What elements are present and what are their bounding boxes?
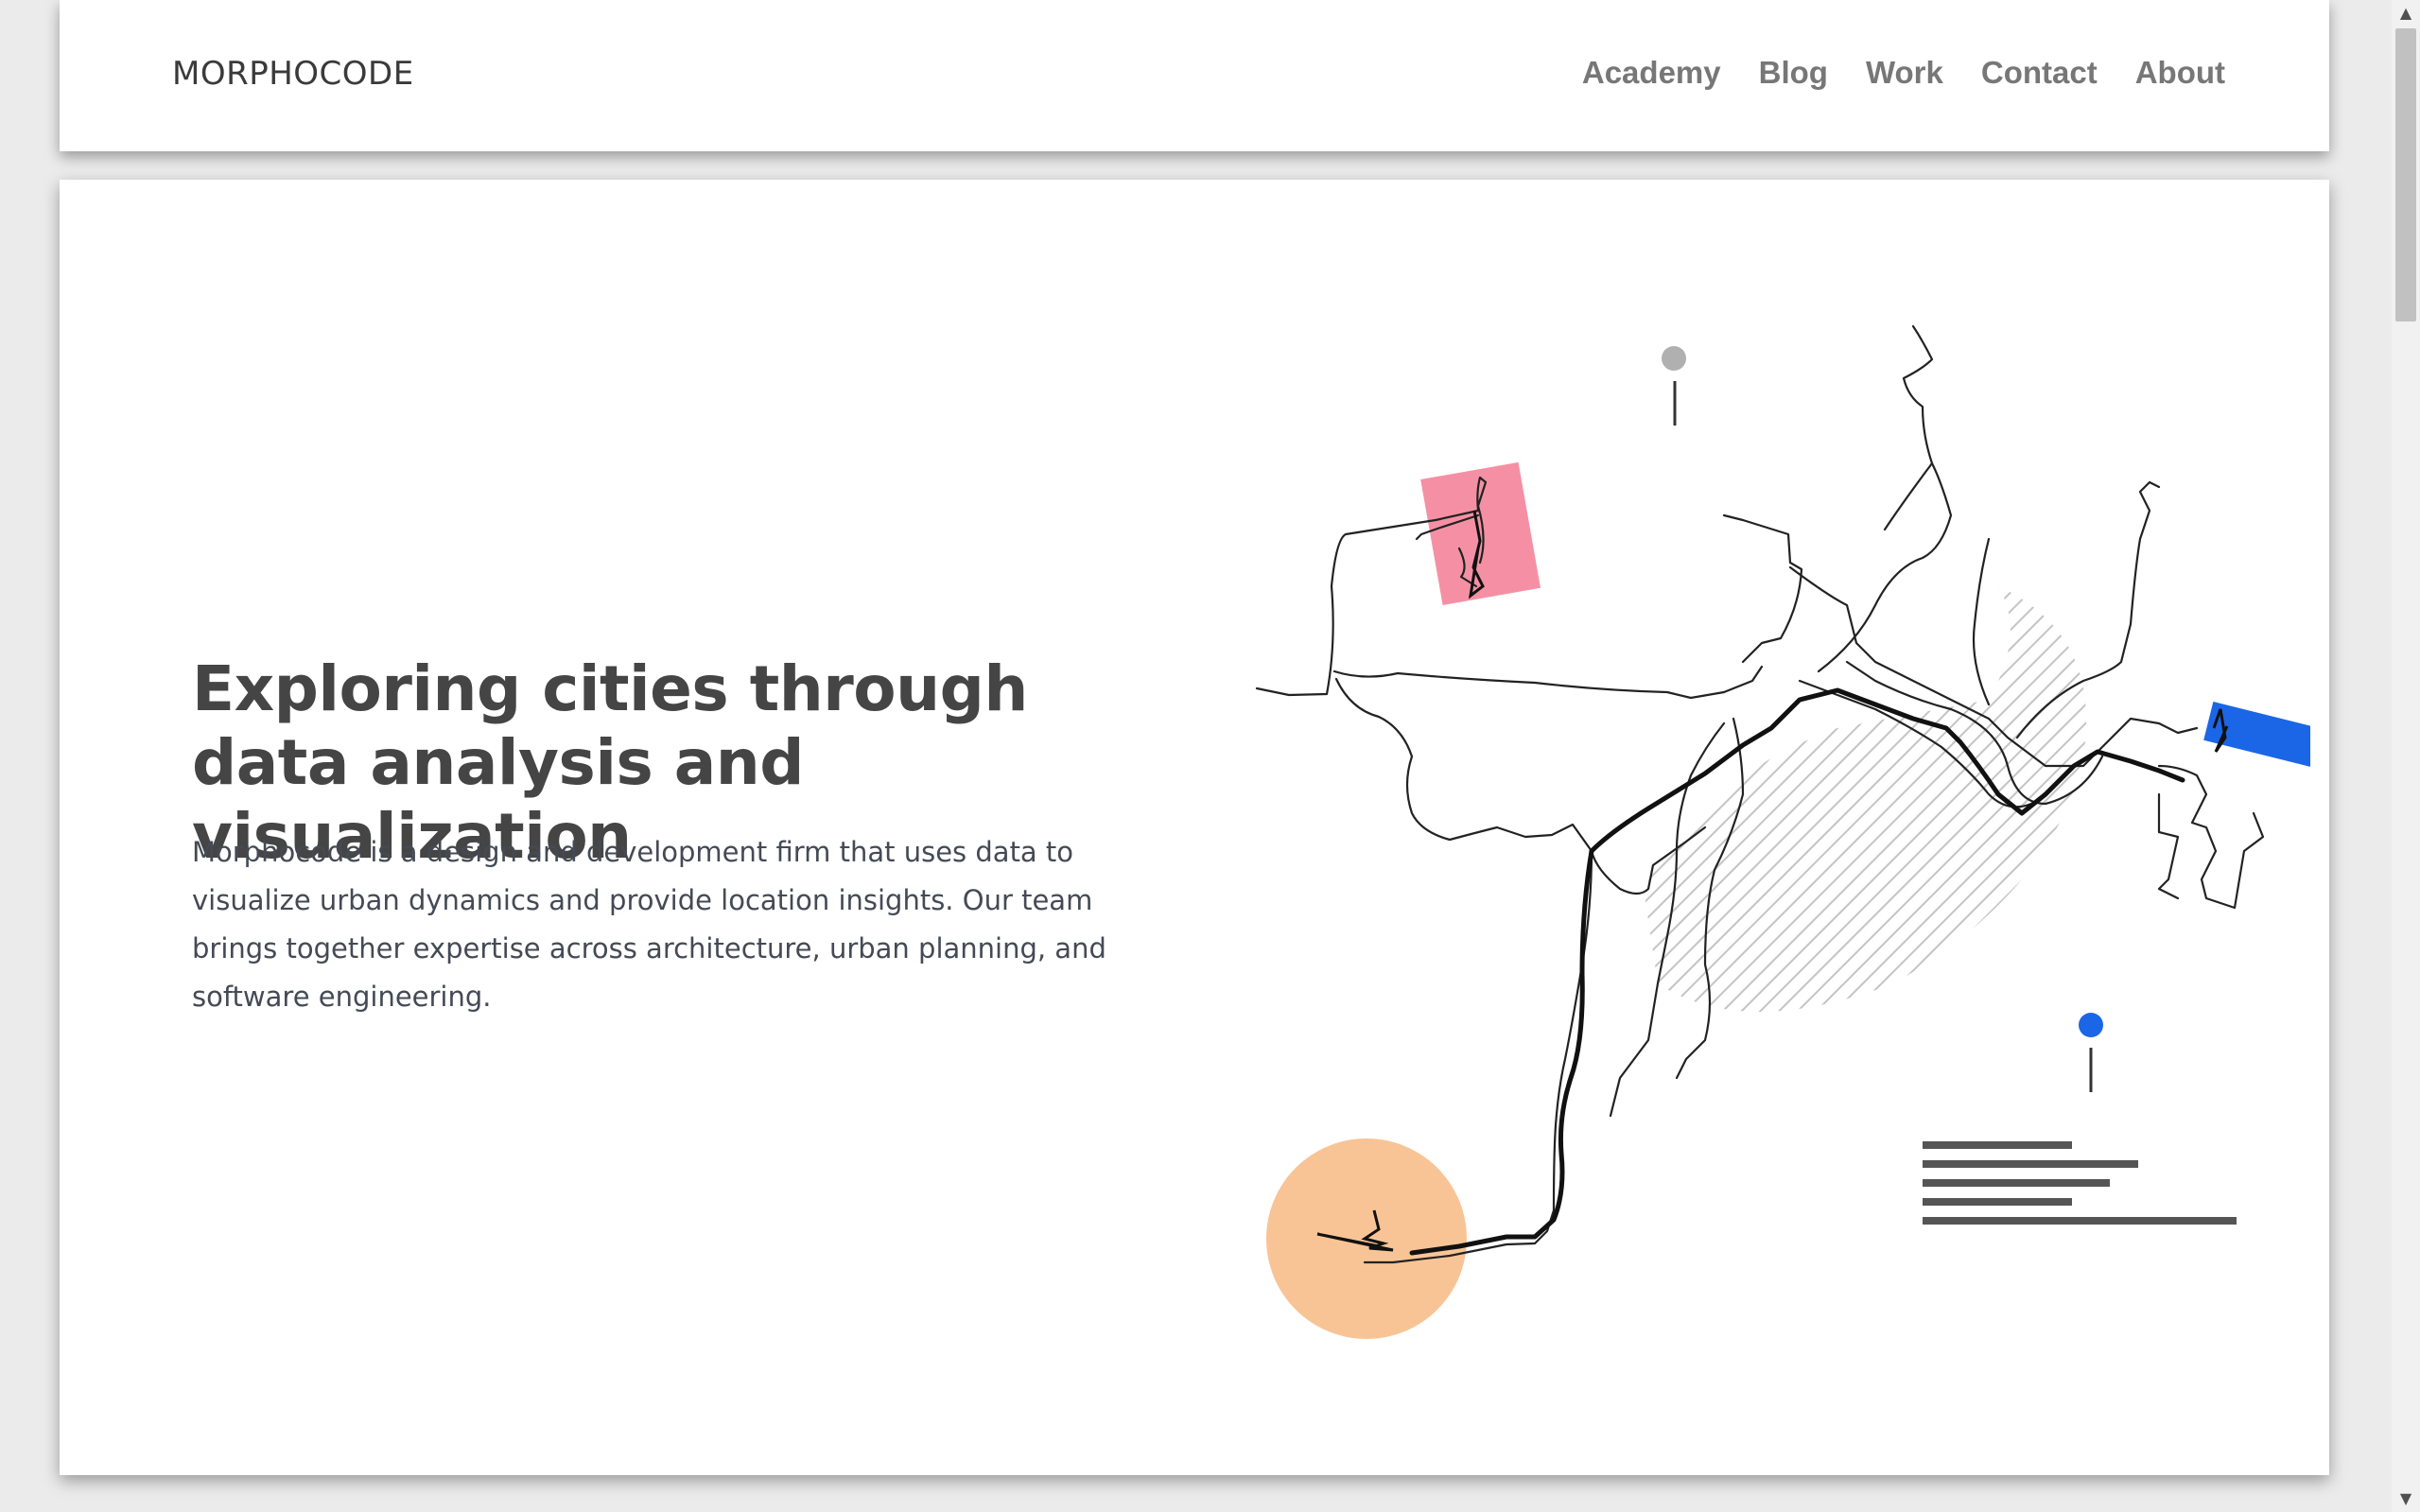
map-illustration <box>1255 324 2310 1339</box>
nav-work[interactable]: Work <box>1866 55 1943 91</box>
hero-section: Exploring cities through data analysis a… <box>60 180 2329 1475</box>
blue-pin-head <box>2079 1013 2103 1037</box>
nav-academy[interactable]: Academy <box>1582 55 1721 91</box>
scroll-up-arrow-icon[interactable]: ▲ <box>2392 0 2420 26</box>
hero-description: Morphocode is a design and development f… <box>192 836 1106 1013</box>
gray-pin-head <box>1662 346 1686 371</box>
site-header: MORPHOCODE Academy Blog Work Contact Abo… <box>60 0 2329 151</box>
scroll-thumb[interactable] <box>2395 28 2416 322</box>
nav-about[interactable]: About <box>2135 55 2225 91</box>
main-nav: Academy Blog Work Contact About <box>1582 55 2225 91</box>
page: MORPHOCODE Academy Blog Work Contact Abo… <box>0 0 2420 1512</box>
nav-blog[interactable]: Blog <box>1759 55 1828 91</box>
nav-contact[interactable]: Contact <box>1981 55 2098 91</box>
scrollbar[interactable]: ▲ ▼ <box>2392 0 2420 1512</box>
scroll-down-arrow-icon[interactable]: ▼ <box>2392 1486 2420 1512</box>
legend-bars <box>1923 1141 2237 1225</box>
site-logo[interactable]: MORPHOCODE <box>172 55 414 93</box>
